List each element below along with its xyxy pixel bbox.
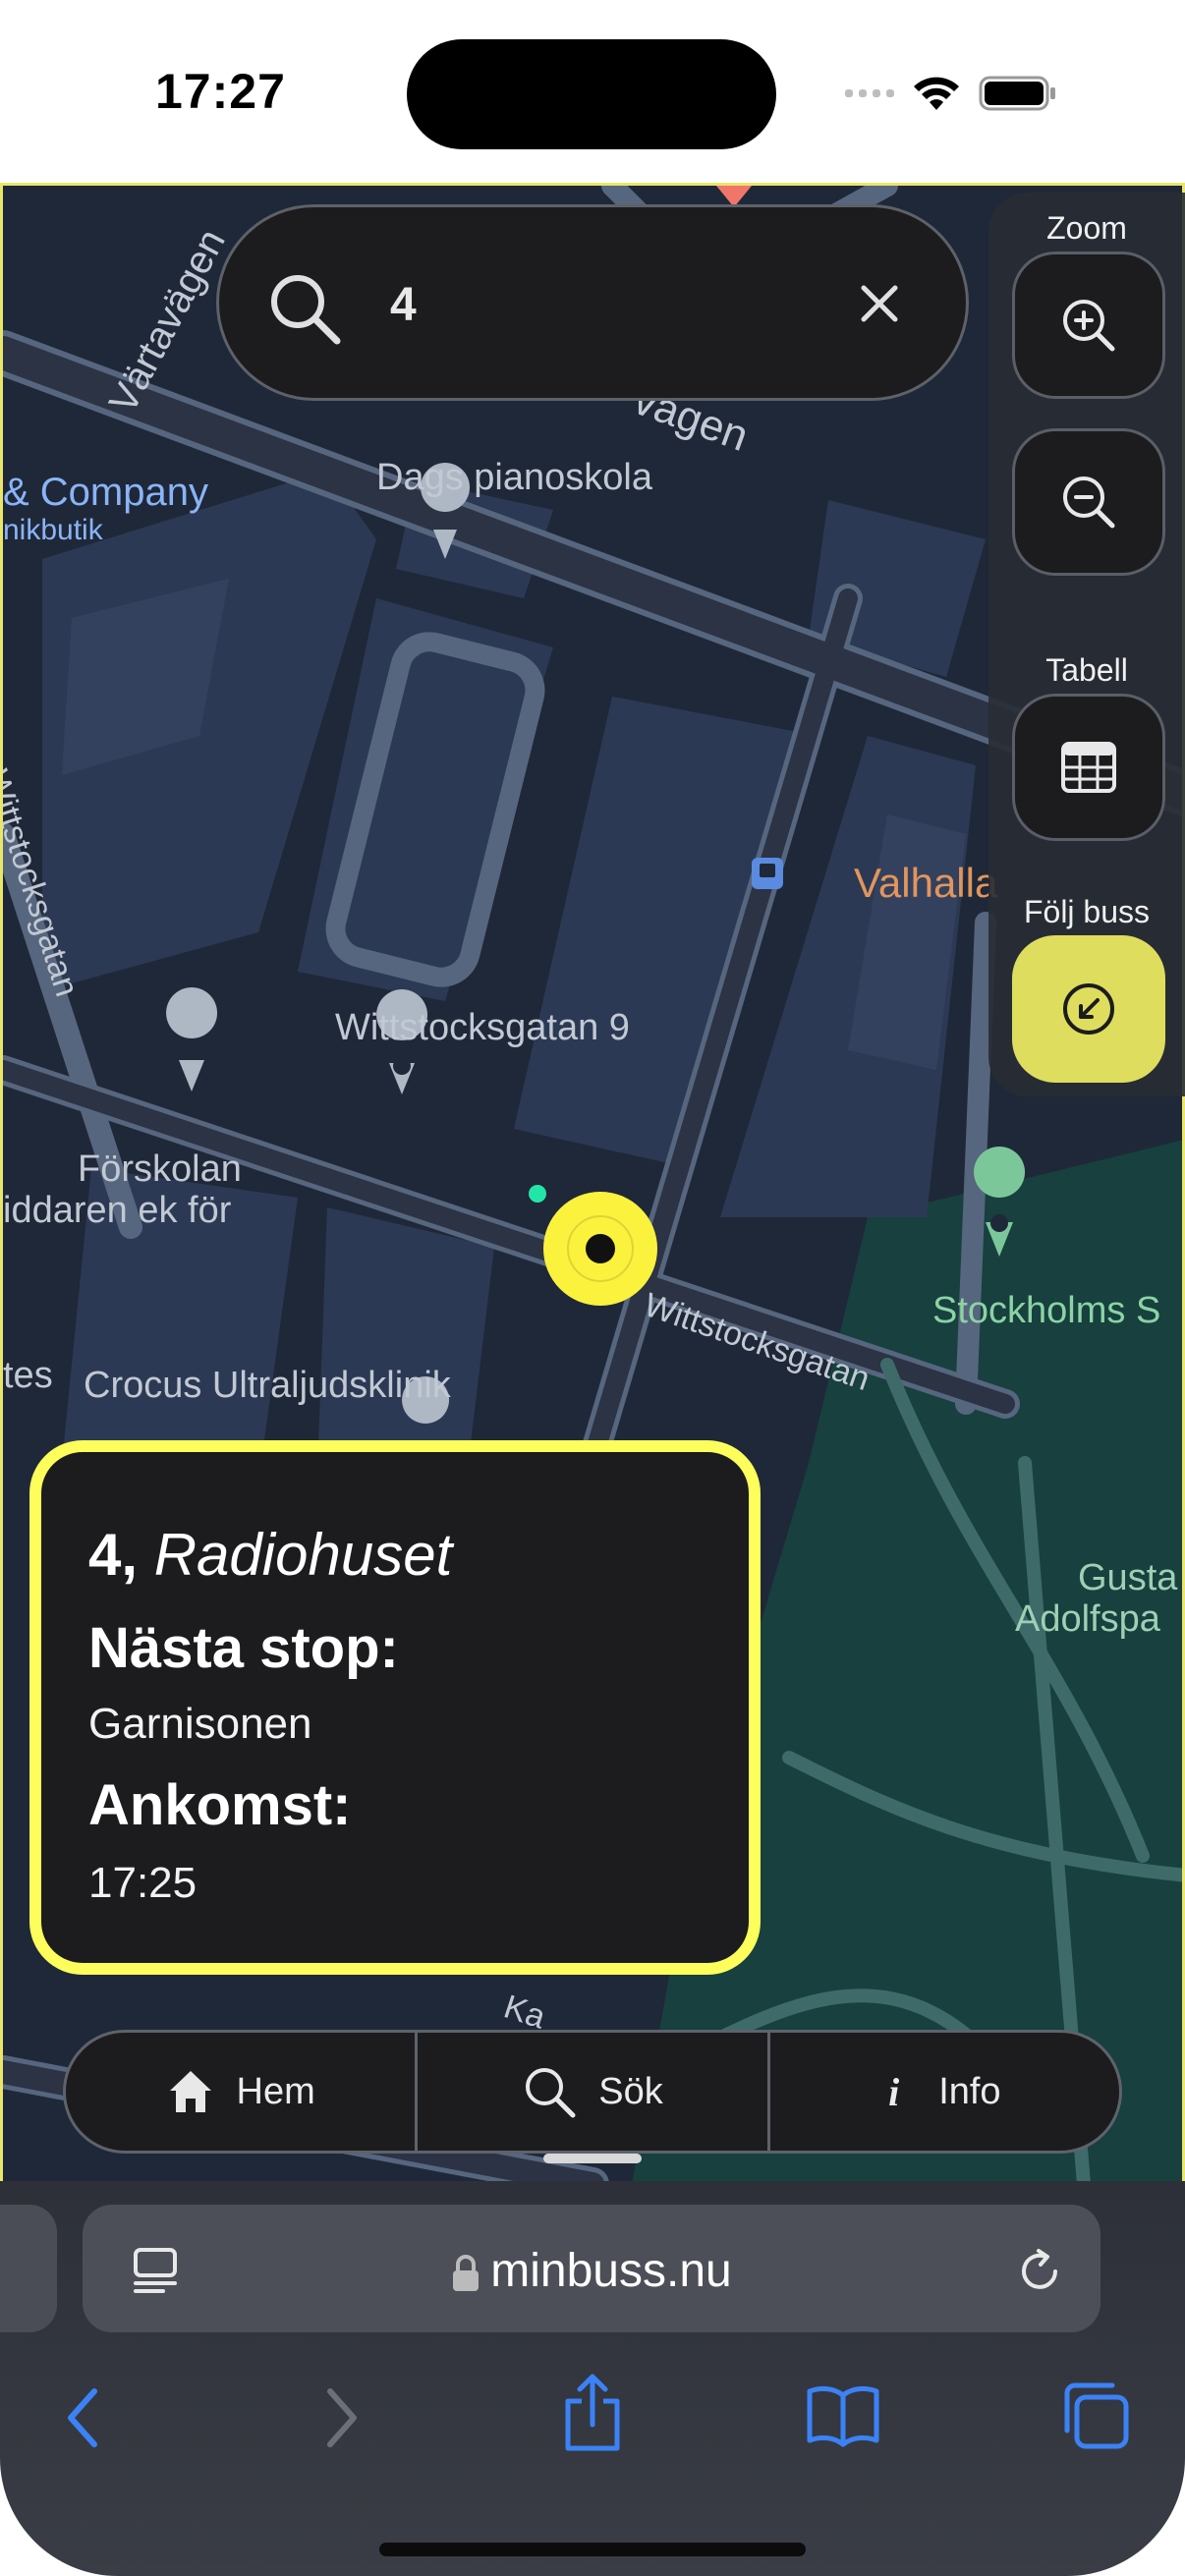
- map-label-crocus: Crocus Ultraljudsklinik: [84, 1365, 451, 1406]
- zoom-out-icon: [1063, 476, 1115, 529]
- cellular-signal-icon: [845, 89, 894, 97]
- map-label-company: & Company: [3, 471, 208, 514]
- status-time: 17:27: [155, 64, 286, 119]
- map-label-forskolan-1: Förskolan: [78, 1148, 242, 1190]
- back-icon[interactable]: [59, 2383, 108, 2452]
- map-label-stockholms: Stockholms S: [932, 1290, 1161, 1331]
- zoom-out-button[interactable]: [1012, 428, 1165, 576]
- nav-info[interactable]: i Info: [766, 2033, 1119, 2151]
- status-icons: [845, 69, 1057, 118]
- table-button[interactable]: [1012, 694, 1165, 841]
- table-icon: [1061, 742, 1116, 793]
- lock-icon: [453, 2255, 480, 2292]
- bottom-nav: Hem Sök i Info: [63, 2030, 1122, 2154]
- map-label-dags-pianoskola: Dags pianoskola: [376, 457, 652, 498]
- map-label-forskolan-2: iddaren ek för: [3, 1190, 232, 1231]
- dynamic-island: [407, 39, 776, 149]
- map-label-valhalla: Valhalla: [854, 860, 998, 906]
- search-icon: [526, 2068, 576, 2118]
- info-icon: i: [888, 2069, 900, 2114]
- reload-icon[interactable]: [1012, 2244, 1067, 2299]
- map-label-gusta-2: Adolfspa: [1015, 1598, 1160, 1640]
- bus-info-card: 4, Radiohuset Nästa stop: Garnisonen Ank…: [29, 1440, 761, 1975]
- nav-home-label: Hem: [236, 2070, 315, 2112]
- route-destination: Radiohuset: [153, 1522, 453, 1588]
- sheet-handle[interactable]: [543, 2154, 642, 2163]
- nav-home[interactable]: Hem: [66, 2033, 415, 2151]
- bookmarks-icon[interactable]: [806, 2383, 880, 2448]
- arrival-heading: Ankomst:: [88, 1773, 352, 1837]
- map-label-gusta-1: Gusta: [1078, 1557, 1178, 1598]
- wifi-icon: [914, 77, 959, 110]
- previous-tab[interactable]: [0, 2205, 57, 2332]
- map-label-wittstocksgatan-9: Wittstocksgatan 9: [335, 1007, 630, 1048]
- nav-search-label: Sök: [598, 2070, 663, 2112]
- map-label-company-sub: nikbutik: [3, 514, 103, 546]
- status-bar: 17:27: [0, 0, 1185, 183]
- zoom-label: Zoom: [1046, 210, 1127, 246]
- arrival-value: 17:25: [88, 1859, 198, 1907]
- tabs-icon[interactable]: [1059, 2380, 1132, 2452]
- share-icon[interactable]: [560, 2372, 625, 2454]
- route-number: 4,: [88, 1522, 139, 1588]
- table-label: Tabell: [1045, 652, 1128, 688]
- nav-search[interactable]: Sök: [415, 2033, 766, 2151]
- search-input[interactable]: 4: [390, 278, 417, 332]
- forward-icon[interactable]: [316, 2383, 366, 2452]
- browser-toolbar: [0, 2364, 1185, 2462]
- zoom-in-button[interactable]: [1012, 252, 1165, 399]
- card-title: 4, Radiohuset: [88, 1521, 452, 1589]
- url-display[interactable]: minbuss.nu: [83, 2244, 1100, 2298]
- search-icon: [271, 275, 341, 345]
- bus-location-marker[interactable]: [543, 1192, 657, 1306]
- follow-bus-button[interactable]: [1012, 935, 1165, 1083]
- browser-chrome: minbuss.nu: [0, 2181, 1185, 2576]
- address-bar[interactable]: minbuss.nu: [83, 2205, 1100, 2332]
- url-text: minbuss.nu: [490, 2245, 732, 2297]
- map-label-tes: tes: [3, 1355, 53, 1396]
- next-stop-heading: Nästa stop:: [88, 1616, 399, 1680]
- next-stop-value: Garnisonen: [88, 1700, 312, 1748]
- nav-info-label: Info: [938, 2070, 1001, 2112]
- follow-arrow-icon: [1063, 983, 1114, 1035]
- battery-icon: [979, 76, 1055, 111]
- home-indicator[interactable]: [379, 2543, 806, 2556]
- zoom-in-icon: [1063, 300, 1115, 352]
- follow-bus-label: Följ buss: [1023, 894, 1151, 929]
- search-bar[interactable]: 4: [216, 204, 969, 401]
- home-icon: [169, 2071, 211, 2112]
- clear-icon[interactable]: [850, 274, 909, 333]
